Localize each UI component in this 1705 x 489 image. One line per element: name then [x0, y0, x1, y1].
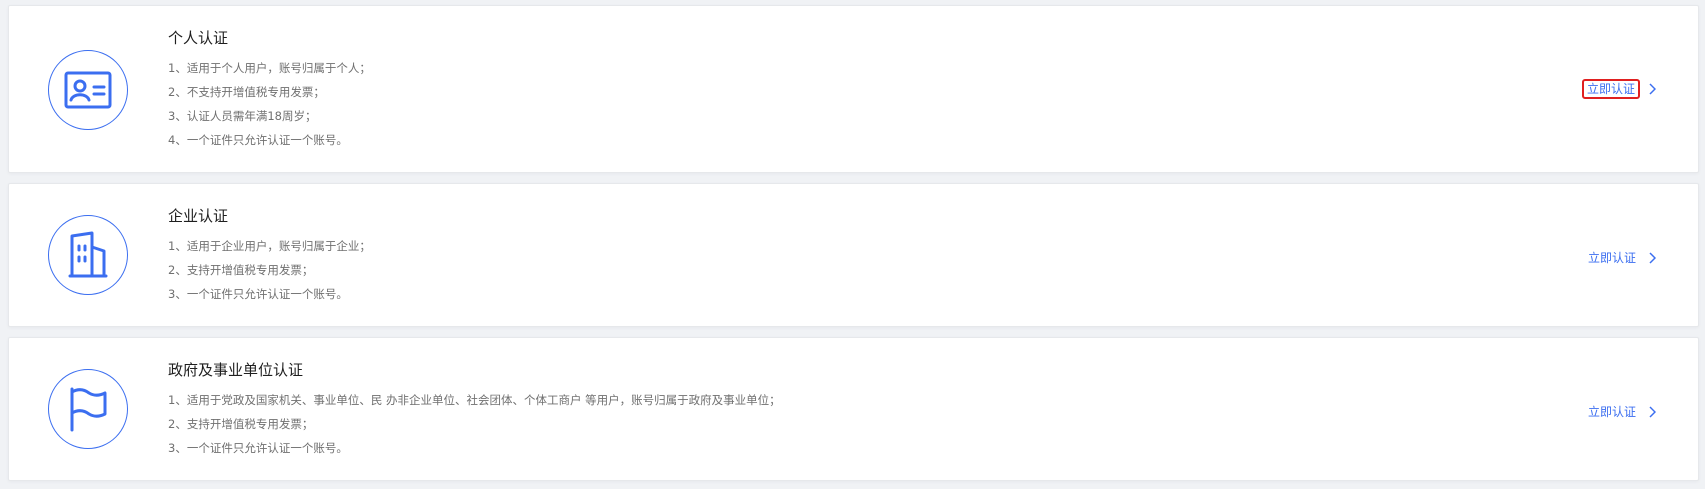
desc-line: 2、支持开增值税专用发票； — [168, 263, 314, 277]
auth-type-list: 个人认证 1、适用于个人用户，账号归属于个人； 2、不支持开增值税专用发票； 3… — [0, 0, 1705, 489]
chevron-right-icon — [1648, 252, 1656, 264]
desc-line: 1、适用于个人用户，账号归属于个人； — [168, 61, 371, 75]
desc-line: 1、适用于企业用户，账号归属于企业； — [168, 239, 371, 253]
desc-line: 4、一个证件只允许认证一个账号。 — [168, 133, 348, 147]
chevron-right-icon — [1648, 406, 1656, 418]
verify-now-label[interactable]: 立即认证 — [1584, 248, 1640, 268]
verify-now-label[interactable]: 立即认证 — [1581, 79, 1640, 99]
desc-line: 1、适用于党政及国家机关、事业单位、民 办非企业单位、社会团体、个体工商户 等用… — [168, 393, 781, 407]
personal-verify-link[interactable]: 立即认证 — [1581, 79, 1656, 99]
card-title: 政府及事业单位认证 — [168, 361, 304, 379]
card-government-auth: 政府及事业单位认证 1、适用于党政及国家机关、事业单位、民 办非企业单位、社会团… — [8, 337, 1699, 481]
personal-auth-content: 个人认证 1、适用于个人用户，账号归属于个人； 2、不支持开增值税专用发票； 3… — [168, 28, 371, 152]
enterprise-auth-content: 企业认证 1、适用于企业用户，账号归属于企业； 2、支持开增值税专用发票； 3、… — [168, 206, 371, 306]
desc-line: 2、支持开增值税专用发票； — [168, 417, 314, 431]
enterprise-verify-link[interactable]: 立即认证 — [1584, 248, 1656, 268]
desc-line: 2、不支持开增值税专用发票； — [168, 85, 325, 99]
government-verify-link[interactable]: 立即认证 — [1584, 402, 1656, 422]
verify-now-label[interactable]: 立即认证 — [1584, 402, 1640, 422]
id-card-icon — [48, 50, 128, 130]
desc-line: 3、一个证件只允许认证一个账号。 — [168, 287, 348, 301]
desc-line: 3、认证人员需年满18周岁； — [168, 109, 317, 123]
card-title: 企业认证 — [168, 207, 229, 225]
government-auth-content: 政府及事业单位认证 1、适用于党政及国家机关、事业单位、民 办非企业单位、社会团… — [168, 360, 781, 460]
card-enterprise-auth: 企业认证 1、适用于企业用户，账号归属于企业； 2、支持开增值税专用发票； 3、… — [8, 183, 1699, 327]
card-title: 个人认证 — [168, 29, 229, 47]
desc-line: 3、一个证件只允许认证一个账号。 — [168, 441, 348, 455]
building-icon — [48, 215, 128, 295]
card-personal-auth: 个人认证 1、适用于个人用户，账号归属于个人； 2、不支持开增值税专用发票； 3… — [8, 5, 1699, 173]
flag-icon — [48, 369, 128, 449]
chevron-right-icon — [1648, 83, 1656, 95]
